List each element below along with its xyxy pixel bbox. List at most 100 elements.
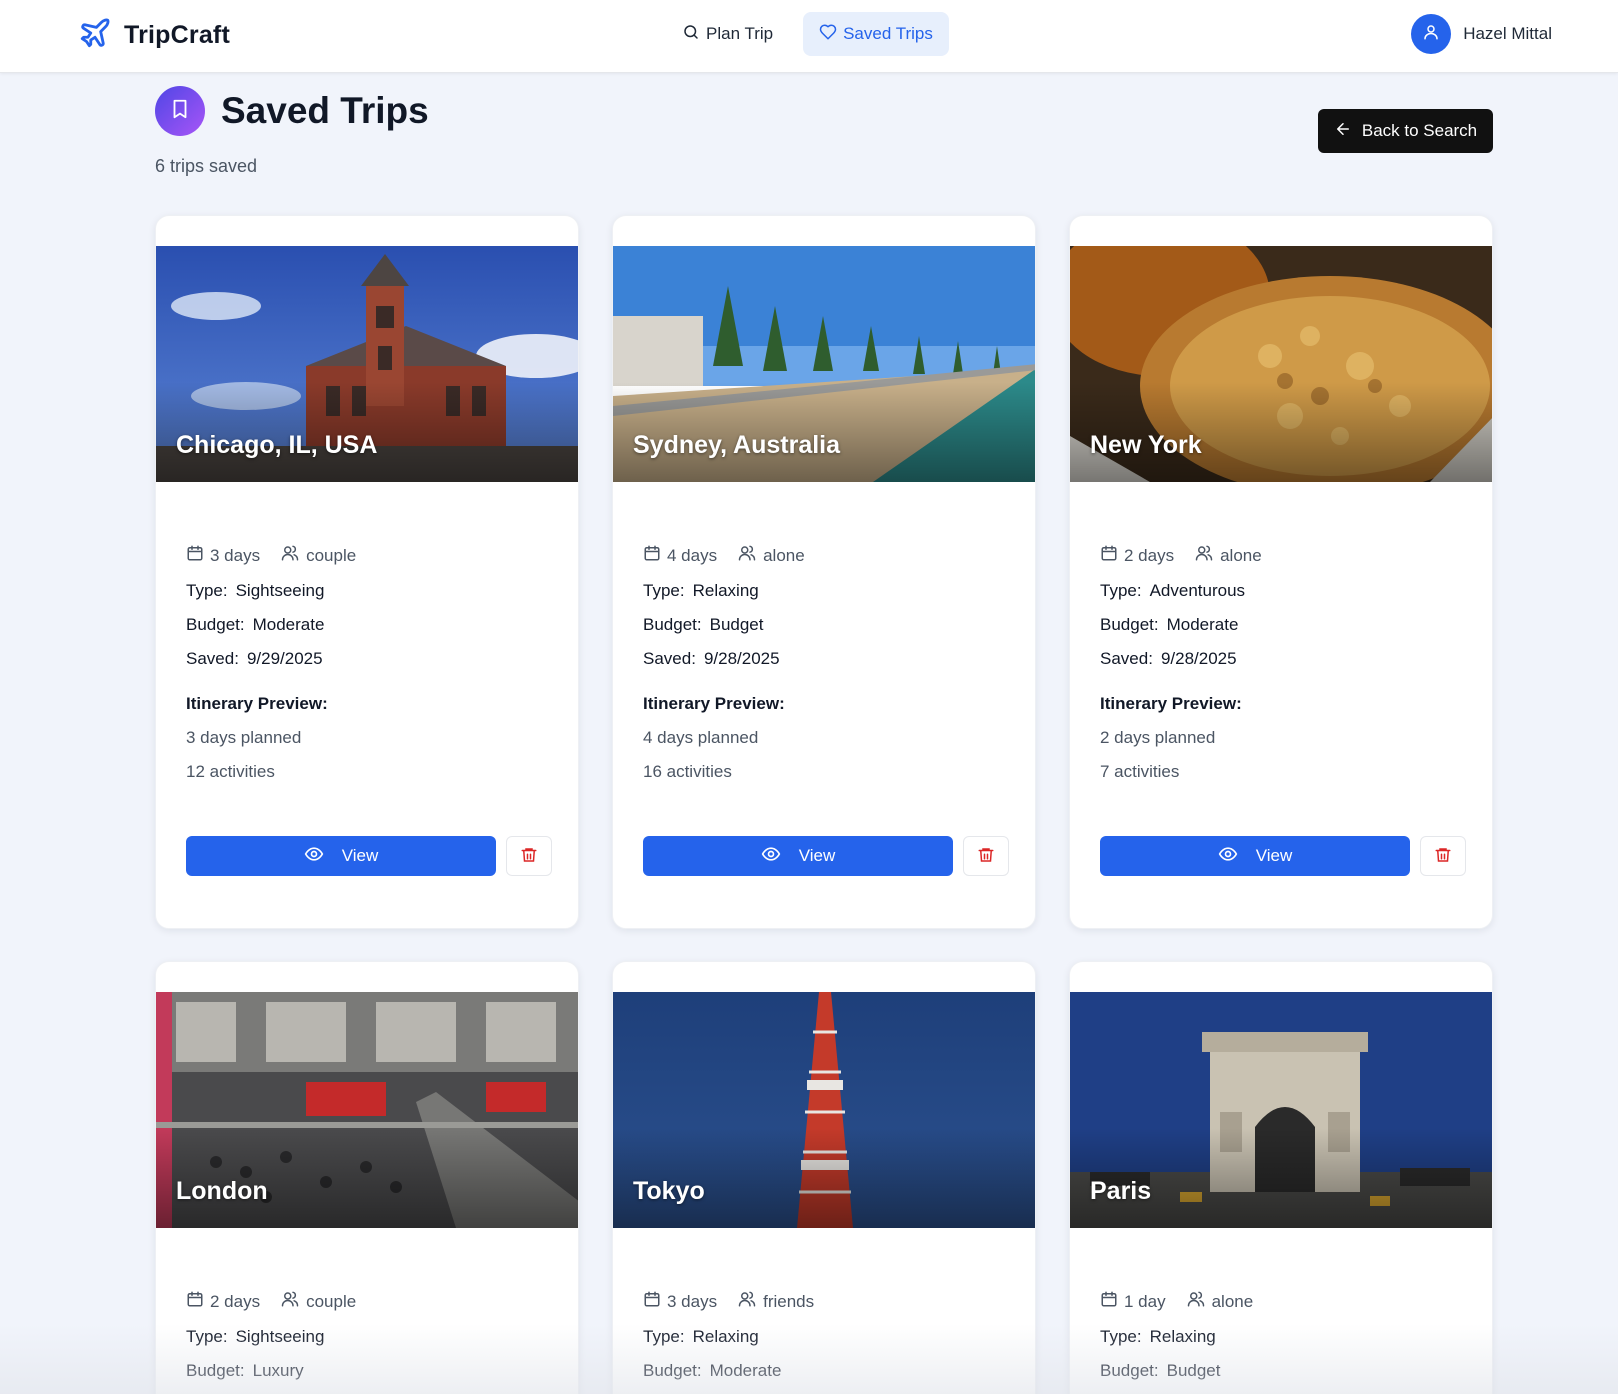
trip-image: Chicago, IL, USA	[156, 246, 578, 482]
users-icon	[737, 1290, 757, 1313]
trip-group: alone	[1194, 544, 1262, 567]
trip-type: Type: Relaxing	[1100, 1327, 1216, 1346]
trip-details: 2 days alone Type: Adventurous Budget: Mod…	[1100, 544, 1470, 782]
delete-trip-button[interactable]	[1420, 836, 1466, 876]
heart-icon	[819, 23, 837, 46]
calendar-icon	[1100, 1290, 1118, 1313]
user-menu[interactable]: Hazel Mittal	[1411, 14, 1552, 54]
trip-type: Type: Relaxing	[643, 581, 759, 600]
bookmark-icon	[169, 98, 191, 125]
title-badge	[155, 86, 205, 136]
trip-place: London	[176, 1177, 268, 1205]
trash-icon	[1434, 846, 1452, 867]
users-icon	[1186, 1290, 1206, 1313]
trip-duration: 4 days	[643, 544, 717, 567]
eye-icon	[761, 844, 781, 869]
plane-icon	[78, 16, 112, 55]
trip-days: 2 days	[210, 1291, 261, 1311]
trip-group-label: alone	[1211, 1291, 1254, 1311]
trip-days: 4 days	[667, 545, 718, 565]
itinerary-days-planned: 4 days planned	[643, 728, 759, 747]
itinerary-preview-title: Itinerary Preview:	[1100, 694, 1242, 713]
calendar-icon	[643, 1290, 661, 1313]
arrow-left-icon	[1334, 120, 1352, 143]
trip-days: 3 days	[210, 545, 261, 565]
view-trip-label: View	[1255, 846, 1293, 865]
view-trip-button[interactable]: View	[1100, 836, 1410, 876]
trip-budget: Budget: Moderate	[643, 1361, 782, 1380]
users-icon	[280, 1290, 300, 1313]
trip-duration: 2 days	[1100, 544, 1174, 567]
trip-duration: 3 days	[643, 1290, 717, 1313]
view-trip-label: View	[798, 846, 836, 865]
page-header: Saved Trips 6 trips saved	[155, 86, 429, 177]
itinerary-days-planned: 3 days planned	[186, 728, 302, 747]
brand-name: TripCraft	[124, 21, 230, 49]
trip-place: Chicago, IL, USA	[176, 431, 378, 459]
trip-group-label: couple	[306, 1291, 357, 1311]
trip-place: Paris	[1090, 1177, 1152, 1205]
search-icon	[682, 23, 700, 46]
trip-budget: Budget: Budget	[1100, 1361, 1221, 1380]
trip-group-label: couple	[306, 545, 357, 565]
trip-group: couple	[280, 1290, 356, 1313]
trip-card: London 2 days couple Type: Sightseeing B…	[155, 961, 579, 1394]
nav-plan-trip-label: Plan Trip	[706, 24, 774, 43]
back-to-search-button[interactable]: Back to Search	[1318, 109, 1493, 153]
view-trip-button[interactable]: View	[186, 836, 496, 876]
itinerary-activities: 7 activities	[1100, 762, 1180, 781]
trip-image: London	[156, 992, 578, 1228]
itinerary-activities: 16 activities	[643, 762, 732, 781]
user-name: Hazel Mittal	[1463, 24, 1552, 43]
calendar-icon	[186, 1290, 204, 1313]
calendar-icon	[1100, 544, 1118, 567]
nav-links: Plan Trip Saved Trips	[666, 12, 949, 56]
trip-details: 4 days alone Type: Relaxing Budget: Budget…	[643, 544, 1013, 782]
page-title: Saved Trips	[221, 90, 429, 131]
nav-saved-trips-label: Saved Trips	[843, 24, 933, 43]
card-actions: View	[643, 836, 1009, 876]
trip-details: 3 days friends Type: Relaxing Budget: Mode…	[643, 1290, 1013, 1381]
card-actions: View	[186, 836, 552, 876]
delete-trip-button[interactable]	[963, 836, 1009, 876]
view-trip-button[interactable]: View	[643, 836, 953, 876]
trash-icon	[520, 846, 538, 867]
trip-image: New York	[1070, 246, 1492, 482]
users-icon	[737, 544, 757, 567]
trip-type: Type: Sightseeing	[186, 581, 325, 600]
trip-duration: 1 day	[1100, 1290, 1166, 1313]
trip-place: New York	[1090, 431, 1202, 459]
calendar-icon	[186, 544, 204, 567]
brand-logo[interactable]: TripCraft	[78, 16, 230, 55]
trip-duration: 3 days	[186, 544, 260, 567]
calendar-icon	[643, 544, 661, 567]
delete-trip-button[interactable]	[506, 836, 552, 876]
trip-duration: 2 days	[186, 1290, 260, 1313]
trip-budget: Budget: Moderate	[1100, 615, 1239, 634]
trip-type: Type: Sightseeing	[186, 1327, 325, 1346]
trip-budget: Budget: Budget	[643, 615, 764, 634]
eye-icon	[304, 844, 324, 869]
trip-group: alone	[737, 544, 805, 567]
user-icon	[1422, 23, 1440, 46]
top-navbar: TripCraft Plan Trip Saved Trips Hazel Mi…	[0, 0, 1618, 73]
trip-type: Type: Adventurous	[1100, 581, 1246, 600]
itinerary-days-planned: 2 days planned	[1100, 728, 1216, 747]
nav-plan-trip[interactable]: Plan Trip	[666, 12, 789, 56]
trip-group: couple	[280, 544, 356, 567]
trip-type: Type: Relaxing	[643, 1327, 759, 1346]
trip-image: Tokyo	[613, 992, 1035, 1228]
trip-group-label: alone	[1220, 545, 1262, 565]
trip-details: 2 days couple Type: Sightseeing Budget: Lu…	[186, 1290, 556, 1381]
trip-budget: Budget: Luxury	[186, 1361, 304, 1380]
nav-saved-trips[interactable]: Saved Trips	[803, 12, 949, 56]
itinerary-preview-title: Itinerary Preview:	[186, 694, 328, 713]
trip-image: Paris	[1070, 992, 1492, 1228]
trip-card: Chicago, IL, USA 3 days couple Type: Sigh…	[155, 215, 579, 929]
trash-icon	[977, 846, 995, 867]
trip-card: Paris 1 day alone Type: Relaxing Budget:…	[1069, 961, 1493, 1394]
back-to-search-label: Back to Search	[1361, 121, 1478, 140]
trip-saved-date: Saved: 9/28/2025	[643, 649, 780, 668]
trip-group-label: alone	[763, 545, 805, 565]
trip-details: 1 day alone Type: Relaxing Budget: Budget	[1100, 1290, 1470, 1381]
